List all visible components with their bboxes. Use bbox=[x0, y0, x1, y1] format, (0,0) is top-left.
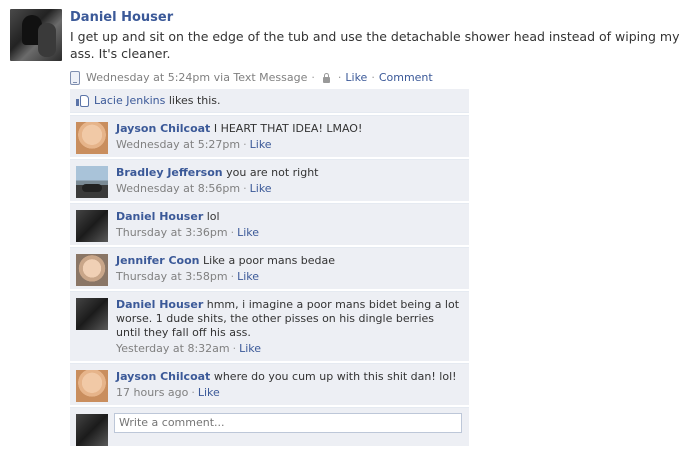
comment-text: you are not right bbox=[226, 166, 319, 179]
comment-timestamp[interactable]: Wednesday at 8:56pm bbox=[116, 182, 240, 195]
separator-dot: · bbox=[230, 270, 235, 283]
privacy-lock-icon[interactable] bbox=[322, 72, 330, 83]
post-timestamp[interactable]: Wednesday at 5:24pm via Text Message bbox=[86, 70, 307, 86]
separator-dot: · bbox=[337, 71, 342, 84]
post-comment-link[interactable]: Comment bbox=[379, 70, 433, 86]
comment-meta: Wednesday at 5:27pm · Like bbox=[116, 138, 461, 152]
commenter-avatar[interactable] bbox=[76, 254, 108, 286]
post-text: I get up and sit on the edge of the tub … bbox=[70, 29, 680, 61]
commenter-avatar[interactable] bbox=[76, 122, 108, 154]
post-body: Daniel Houser I get up and sit on the ed… bbox=[70, 9, 680, 86]
comment-text: I HEART THAT IDEA! LMAO! bbox=[213, 122, 363, 135]
mobile-phone-icon bbox=[70, 71, 80, 85]
post-author-avatar[interactable] bbox=[10, 9, 62, 61]
comment-like-link[interactable]: Like bbox=[198, 386, 220, 399]
comment-content: Bradley Jefferson you are not right Wedn… bbox=[70, 160, 469, 201]
likes-summary: Lacie Jenkins likes this. bbox=[70, 89, 469, 113]
commenter-avatar[interactable] bbox=[76, 298, 108, 330]
separator-dot: · bbox=[243, 182, 247, 195]
separator-dot: · bbox=[232, 342, 237, 355]
comment-meta: Thursday at 3:36pm · Like bbox=[116, 226, 461, 240]
commenter-avatar[interactable] bbox=[76, 210, 108, 242]
likes-suffix: likes this. bbox=[168, 94, 221, 107]
comment-like-link[interactable]: Like bbox=[239, 342, 261, 355]
comment-item: Jennifer Coon Like a poor mans bedae Thu… bbox=[70, 247, 469, 289]
post-meta: Wednesday at 5:24pm via Text Message · ·… bbox=[70, 70, 680, 86]
comment-content: Daniel Houser lol Thursday at 3:36pm · Lik… bbox=[70, 204, 469, 245]
comment-like-link[interactable]: Like bbox=[237, 270, 259, 283]
comment-meta: Yesterday at 8:32am · Like bbox=[116, 342, 461, 356]
commenter-avatar[interactable] bbox=[76, 370, 108, 402]
comment-meta: 17 hours ago · Like bbox=[116, 386, 461, 400]
post-like-link[interactable]: Like bbox=[345, 70, 367, 86]
separator-dot: · bbox=[230, 226, 235, 239]
comment-text: lol bbox=[206, 210, 220, 223]
comment-content: Jayson Chilcoat I HEART THAT IDEA! LMAO!… bbox=[70, 116, 469, 157]
comment-item: Daniel Houser hmm, i imagine a poor mans… bbox=[70, 291, 469, 361]
feedback-section: Lacie Jenkins likes this. Jayson Chilcoa… bbox=[70, 89, 469, 446]
comment-like-link[interactable]: Like bbox=[250, 182, 272, 195]
comment-content: Daniel Houser hmm, i imagine a poor mans… bbox=[70, 292, 469, 361]
separator-dot: · bbox=[311, 71, 315, 84]
comment-item: Jayson Chilcoat where do you cum up with… bbox=[70, 363, 469, 405]
liker-name[interactable]: Lacie Jenkins bbox=[94, 94, 165, 107]
comment-timestamp[interactable]: Wednesday at 5:27pm bbox=[116, 138, 240, 151]
comment-composer bbox=[70, 407, 469, 446]
avatar-figure bbox=[38, 23, 56, 57]
comment-item: Daniel Houser lol Thursday at 3:36pm · Lik… bbox=[70, 203, 469, 245]
comment-like-link[interactable]: Like bbox=[237, 226, 259, 239]
comment-text: where do you cum up with this shit dan! … bbox=[213, 370, 457, 383]
comment-text: Like a poor mans bedae bbox=[203, 254, 336, 267]
comment-like-link[interactable]: Like bbox=[250, 138, 272, 151]
commenter-name[interactable]: Daniel Houser bbox=[116, 210, 203, 223]
comment-item: Jayson Chilcoat I HEART THAT IDEA! LMAO!… bbox=[70, 115, 469, 157]
separator-dot: · bbox=[191, 386, 195, 399]
comment-content: Jayson Chilcoat where do you cum up with… bbox=[70, 364, 469, 405]
thumbs-up-icon bbox=[76, 95, 89, 107]
comment-timestamp[interactable]: 17 hours ago bbox=[116, 386, 188, 399]
comment-timestamp[interactable]: Thursday at 3:58pm bbox=[116, 270, 228, 283]
comment-content: Jennifer Coon Like a poor mans bedae Thu… bbox=[70, 248, 469, 289]
post-author-name[interactable]: Daniel Houser bbox=[70, 9, 680, 27]
comment-item: Bradley Jefferson you are not right Wedn… bbox=[70, 159, 469, 201]
commenter-name[interactable]: Jennifer Coon bbox=[116, 254, 200, 267]
commenter-name[interactable]: Jayson Chilcoat bbox=[116, 370, 210, 383]
write-comment-input[interactable] bbox=[114, 413, 462, 433]
separator-dot: · bbox=[371, 71, 375, 84]
commenter-name[interactable]: Daniel Houser bbox=[116, 298, 203, 311]
commenter-avatar[interactable] bbox=[76, 166, 108, 198]
composer-avatar bbox=[76, 414, 108, 446]
commenter-name[interactable]: Jayson Chilcoat bbox=[116, 122, 210, 135]
comment-timestamp[interactable]: Yesterday at 8:32am bbox=[116, 342, 230, 355]
comment-meta: Thursday at 3:58pm · Like bbox=[116, 270, 461, 284]
comment-timestamp[interactable]: Thursday at 3:36pm bbox=[116, 226, 228, 239]
separator-dot: · bbox=[243, 138, 247, 151]
commenter-name[interactable]: Bradley Jefferson bbox=[116, 166, 223, 179]
comment-meta: Wednesday at 8:56pm · Like bbox=[116, 182, 461, 196]
